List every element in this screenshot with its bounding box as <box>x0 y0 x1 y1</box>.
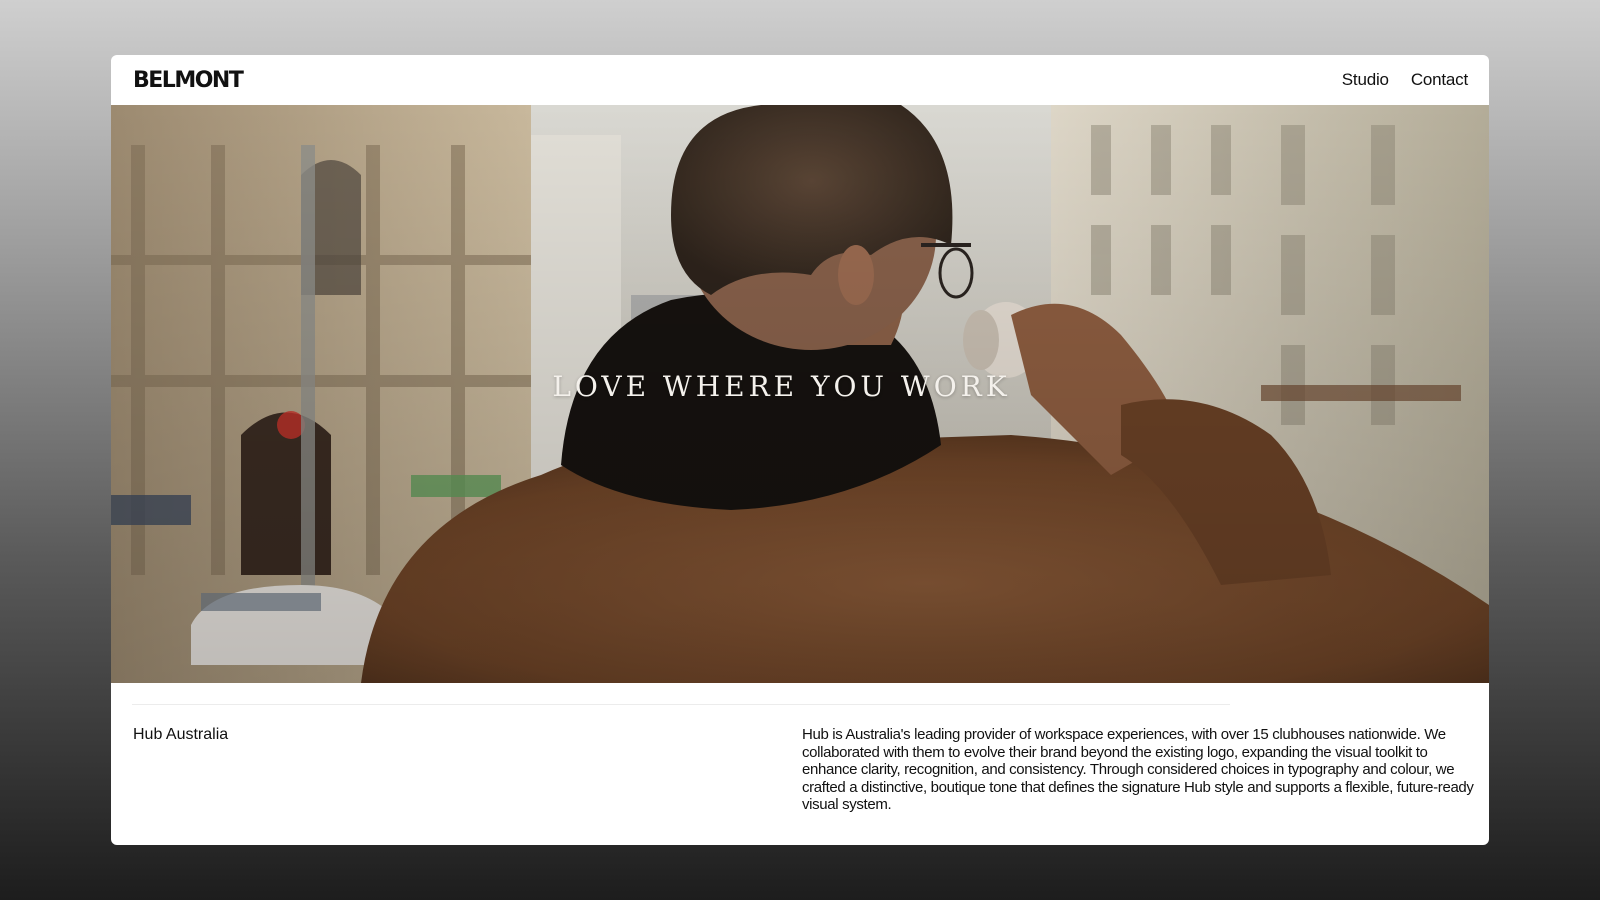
site-header: BELMONT Studio Contact <box>111 55 1489 105</box>
project-description: Hub is Australia's leading provider of w… <box>802 726 1474 813</box>
belmont-logo[interactable]: BELMONT <box>133 68 244 93</box>
main-nav: Studio Contact <box>1342 70 1468 90</box>
nav-contact-link[interactable]: Contact <box>1411 70 1468 90</box>
nav-studio-link[interactable]: Studio <box>1342 70 1389 90</box>
section-divider <box>132 704 1230 705</box>
hero-image: LOVE WHERE YOU WORK <box>111 105 1489 683</box>
client-name: Hub Australia <box>133 726 229 743</box>
hero-tagline: LOVE WHERE YOU WORK <box>552 370 1011 403</box>
project-card: BELMONT Studio Contact LOVE WHERE YOU WO… <box>111 55 1489 845</box>
